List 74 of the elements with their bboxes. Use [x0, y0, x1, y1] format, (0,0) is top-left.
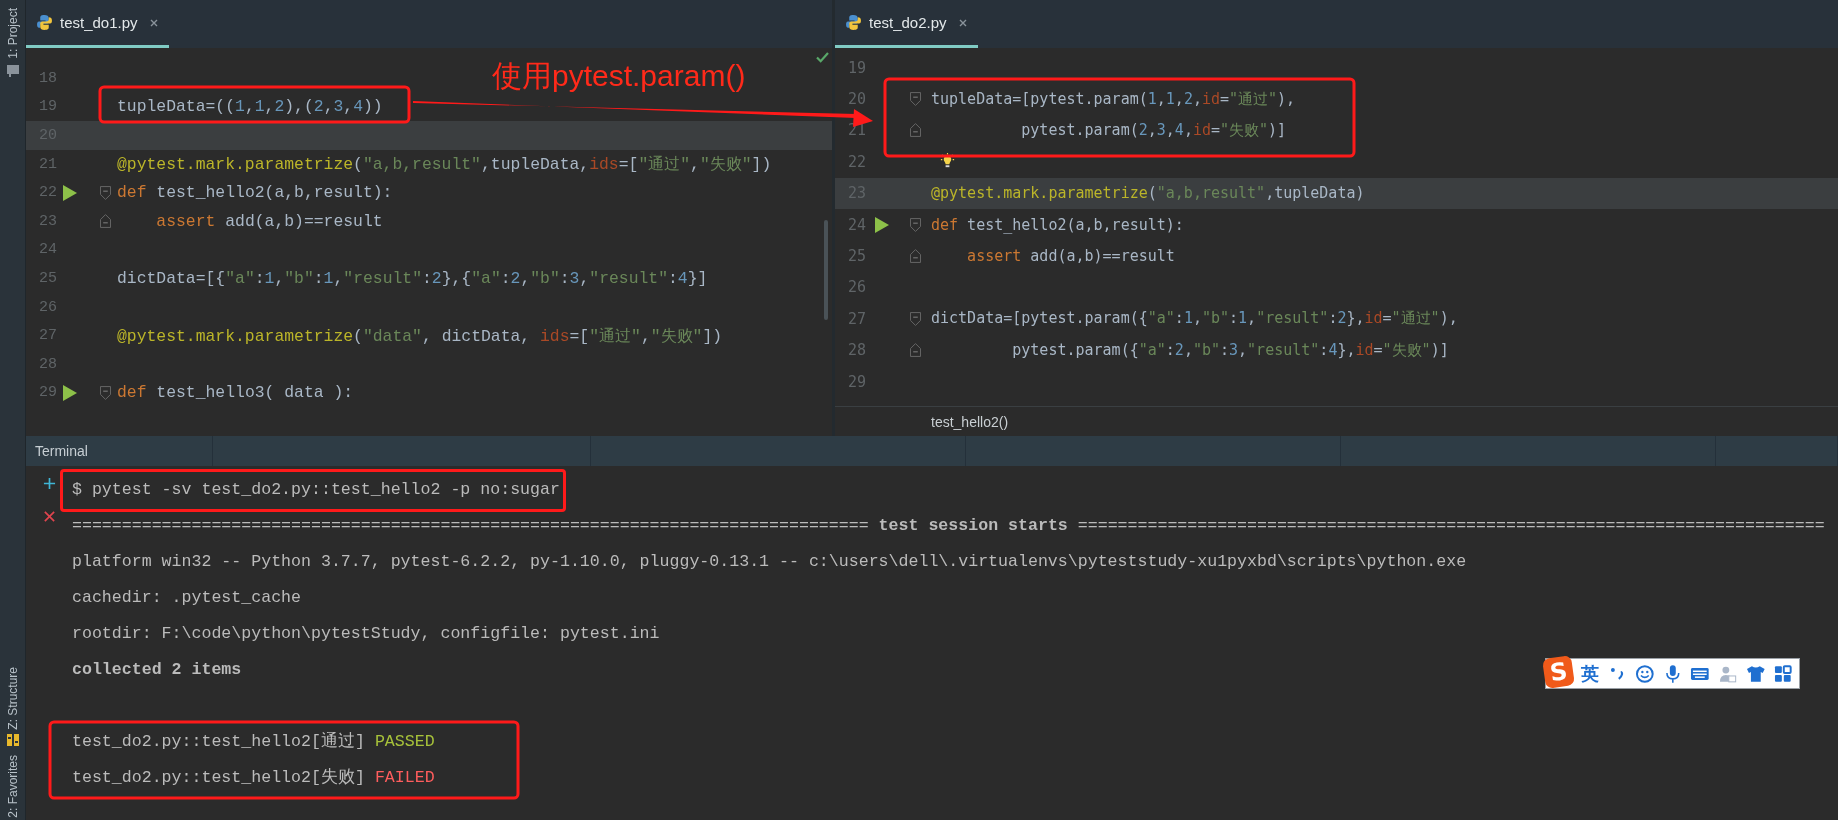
line-number: 23: [38, 212, 57, 230]
line-number: 26: [38, 298, 57, 316]
line-number: 21: [38, 155, 57, 173]
fold-icon[interactable]: [910, 249, 921, 264]
terminal-output: collected 2 items: [72, 659, 242, 681]
terminal-output: cachedir: .pytest_cache: [72, 587, 302, 609]
close-icon[interactable]: [42, 510, 56, 523]
line-number: 24: [846, 215, 866, 234]
fold-icon[interactable]: [910, 343, 921, 358]
line-number: 29: [38, 384, 57, 402]
input-mode-toggle[interactable]: 英: [1581, 661, 1600, 686]
test-name: test_do2.py::test_hello2[通过]: [72, 731, 365, 753]
code-text: assert add(a,b)==result: [155, 211, 383, 231]
structure-icon: [5, 733, 20, 748]
code-text: def test_hello2(a,b,result):: [931, 215, 1184, 234]
file-icon: [36, 14, 53, 31]
code-text: def test_hello2(a,b,result):: [117, 183, 393, 203]
code-text: tupleData=[pytest.param(1,1,2,id="通过"),: [931, 89, 1296, 109]
run-icon[interactable]: [62, 383, 78, 402]
line-number: 19: [846, 58, 866, 77]
line-number: 25: [846, 247, 866, 266]
fold-icon[interactable]: [910, 311, 921, 326]
line-number: 20: [846, 90, 866, 109]
code-text: @pytest.mark.parametrize("a,b,result",tupleData): [931, 184, 1365, 203]
fold-icon[interactable]: [910, 123, 921, 138]
code-text: tupleData=((1,1,2),(2,3,4)): [117, 97, 383, 117]
code-text: dictData=[pytest.param({"a":1,"b":1,"result":2},id="通过"),: [931, 309, 1458, 329]
line-number: 22: [38, 184, 57, 202]
fold-icon[interactable]: [910, 217, 921, 232]
code-text: @pytest.mark.parametrize("a,b,result",tupleData,ids=["通过","失败"]): [117, 154, 772, 176]
code-text: pytest.param({"a":2,"b":3,"result":4},id="失败")]: [1011, 340, 1449, 360]
terminal-output: rootdir: F:\code\python\pytestStudy, configfile: pytest.ini: [72, 623, 660, 645]
line-number: 26: [846, 278, 866, 297]
run-icon[interactable]: [62, 183, 78, 202]
fold-icon[interactable]: [910, 92, 921, 107]
fold-icon[interactable]: [100, 214, 111, 229]
line-number: 19: [38, 98, 57, 116]
code-text: @pytest.mark.parametrize("data", dictData, ids=["通过","失败"]): [117, 325, 723, 347]
close-icon[interactable]: [148, 17, 159, 28]
line-number: 25: [38, 269, 57, 287]
code-text: assert add(a,b)==result: [966, 247, 1175, 266]
annotation-label: 使用pytest.param(): [492, 58, 746, 94]
file-icon: [845, 14, 862, 31]
code-text: def test_hello3( data ):: [117, 383, 354, 403]
shirt-icon[interactable]: [1745, 663, 1766, 684]
code-text: pytest.param(2,3,4,id="失败")]: [1020, 120, 1287, 140]
grid-icon[interactable]: [1773, 663, 1793, 684]
fold-icon[interactable]: [100, 385, 111, 400]
fold-icon[interactable]: [100, 185, 111, 200]
scrollbar[interactable]: [824, 220, 828, 320]
test-name: test_do2.py::test_hello2[失败]: [72, 767, 365, 789]
line-number: 27: [846, 309, 866, 328]
line-number: 18: [38, 69, 57, 87]
line-number: 22: [846, 152, 866, 171]
line-number: 29: [846, 372, 866, 391]
line-number: 27: [38, 327, 57, 345]
tool-window-button[interactable]: 2: Favorites: [5, 755, 20, 818]
plus-icon[interactable]: [42, 477, 56, 490]
terminal-output: platform win32 -- Python 3.7.7, pytest-6.2.2, py-1.10.0, pluggy-0.13.1 -- c:\users\dell\.virtualenvs\pyteststudy-xu1pyxbd\scripts\python.exe: [72, 551, 1467, 573]
tool-window-button[interactable]: 1: Project: [5, 8, 20, 59]
checkmark-icon: [816, 52, 829, 63]
tool-window-button[interactable]: Z: Structure: [5, 666, 20, 730]
breadcrumb[interactable]: test_hello2(): [931, 413, 1009, 430]
line-number: 28: [846, 341, 866, 360]
test-status: FAILED: [374, 767, 435, 789]
run-icon[interactable]: [874, 215, 890, 234]
line-number: 24: [38, 241, 57, 259]
code-text: dictData=[{"a":1,"b":1,"result":2},{"a":2,"b":3,"result":4}]: [117, 268, 708, 288]
line-number: 28: [38, 355, 57, 373]
terminal-command: $ pytest -sv test_do2.py::test_hello2 -p no:sugar: [72, 479, 560, 501]
close-icon[interactable]: [957, 17, 968, 28]
test-status: PASSED: [374, 731, 435, 753]
terminal-output: ================================================================================ test session starts ===========================================================================: [72, 515, 1825, 537]
smiley-icon[interactable]: [1635, 663, 1655, 684]
